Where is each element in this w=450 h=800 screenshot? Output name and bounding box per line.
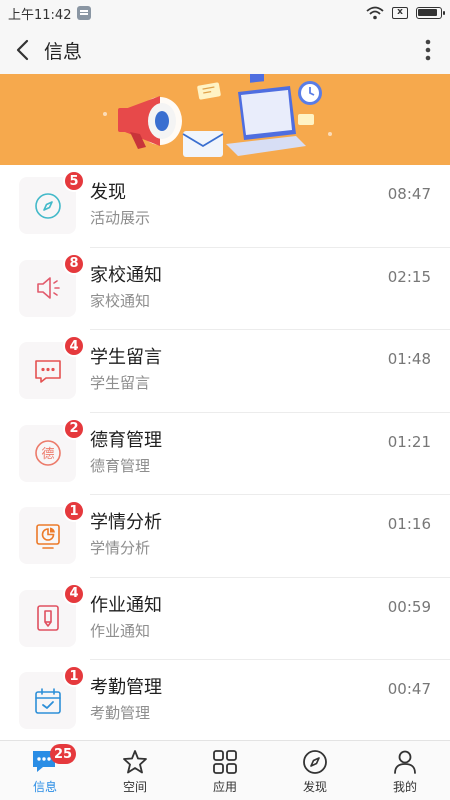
page-title: 信息 [44,40,83,63]
list-item[interactable]: 德 2 德育管理 德育管理 01:21 [0,413,450,495]
item-subtitle: 学生留言 [90,374,151,392]
item-time: 00:47 [387,680,431,698]
item-title: 发现 [90,182,126,203]
item-time: 08:47 [387,185,431,203]
item-subtitle: 家校通知 [90,291,151,310]
pencil-doc-icon [36,605,59,631]
tab-label: 发现 [302,780,327,794]
battery-icon [416,7,445,19]
item-icon-box: 8 [19,252,85,317]
item-title: 德育管理 [90,429,162,451]
compass-icon [303,750,327,774]
item-subtitle: 活动展示 [90,209,151,227]
pie-board-icon [35,523,60,549]
list-item[interactable]: 4 作业通知 作业通知 00:59 [0,578,450,660]
app-header: 信息 [0,26,450,74]
back-button[interactable] [0,26,44,74]
tab-label: 我的 [392,780,417,794]
list-item[interactable]: 5 发现 活动展示 08:47 [0,165,450,248]
tab-space[interactable]: 空间 [90,741,180,800]
tab-label: 信息 [32,780,57,794]
user-icon [394,750,416,774]
list-item[interactable]: 8 家校通知 家校通知 02:15 [0,248,450,330]
item-time: 02:15 [387,267,431,286]
megaphone-icon [118,96,182,149]
unread-badge: 1 [63,665,85,687]
compass-icon [34,192,61,219]
status-time: 上午11:42 [8,7,72,23]
banner-illustration [103,74,332,157]
tab-profile[interactable]: 我的 [360,741,450,800]
tab-discover[interactable]: 发现 [270,741,360,800]
item-icon-box: 5 [19,170,85,234]
tab-apps[interactable]: 应用 [180,741,270,800]
unread-badge: 4 [63,582,85,605]
chevron-left-icon [16,39,29,61]
star-icon [123,750,147,774]
unread-badge: 8 [63,252,85,275]
grid-icon [213,750,237,774]
wifi-icon [366,6,384,20]
item-subtitle: 作业通知 [90,621,151,640]
banner[interactable] [0,74,450,165]
item-time: 00:59 [387,597,431,616]
item-title: 家校通知 [90,264,162,286]
item-time: 01:21 [387,432,431,451]
item-icon-box: 4 [19,335,85,399]
item-title: 作业通知 [90,594,162,616]
de-badge-text: 德 [41,447,54,462]
status-indicators: x [366,6,445,20]
item-title: 学情分析 [90,512,162,533]
item-icon-box: 1 [19,665,85,729]
item-time: 01:48 [387,350,431,368]
de-badge-icon: 德 [34,440,61,466]
item-subtitle: 德育管理 [90,456,151,475]
item-title: 学生留言 [90,347,162,368]
item-time: 01:16 [387,515,431,533]
item-subtitle: 考勤管理 [90,704,151,722]
unread-badge: 5 [63,170,85,192]
item-subtitle: 学情分析 [90,539,151,557]
more-button[interactable] [406,26,450,74]
laptop-icon [226,74,306,156]
chat-dots-icon [34,359,61,383]
no-sim-icon: x [392,7,408,19]
unread-badge: 2 [63,417,85,440]
list-item[interactable]: 1 考勤管理 考勤管理 00:47 [0,660,450,743]
tab-label: 空间 [122,780,147,794]
notification-icon [77,6,92,20]
item-title: 考勤管理 [90,677,162,698]
item-icon-box: 1 [19,500,85,564]
status-bar: 上午11:42 x [0,0,450,26]
unread-badge: 1 [63,500,85,522]
tab-badge: 25 [50,744,77,764]
bottom-tab-bar: 信息 25 空间 应用 发现 我的 [0,740,450,800]
item-icon-box: 4 [19,582,85,647]
item-icon-box: 德 2 [19,417,85,482]
message-list: 5 发现 活动展示 08:47 8 家校通知 家校通知 02:15 4 学生留言… [0,165,450,743]
more-vertical-icon [425,39,431,61]
unread-badge: 4 [63,335,85,357]
list-item[interactable]: 4 学生留言 学生留言 01:48 [0,330,450,413]
speaker-icon [36,277,60,299]
tab-messages[interactable]: 信息 25 [0,741,90,800]
tab-label: 应用 [212,780,237,794]
list-item[interactable]: 1 学情分析 学情分析 01:16 [0,495,450,578]
calendar-check-icon [34,687,61,714]
